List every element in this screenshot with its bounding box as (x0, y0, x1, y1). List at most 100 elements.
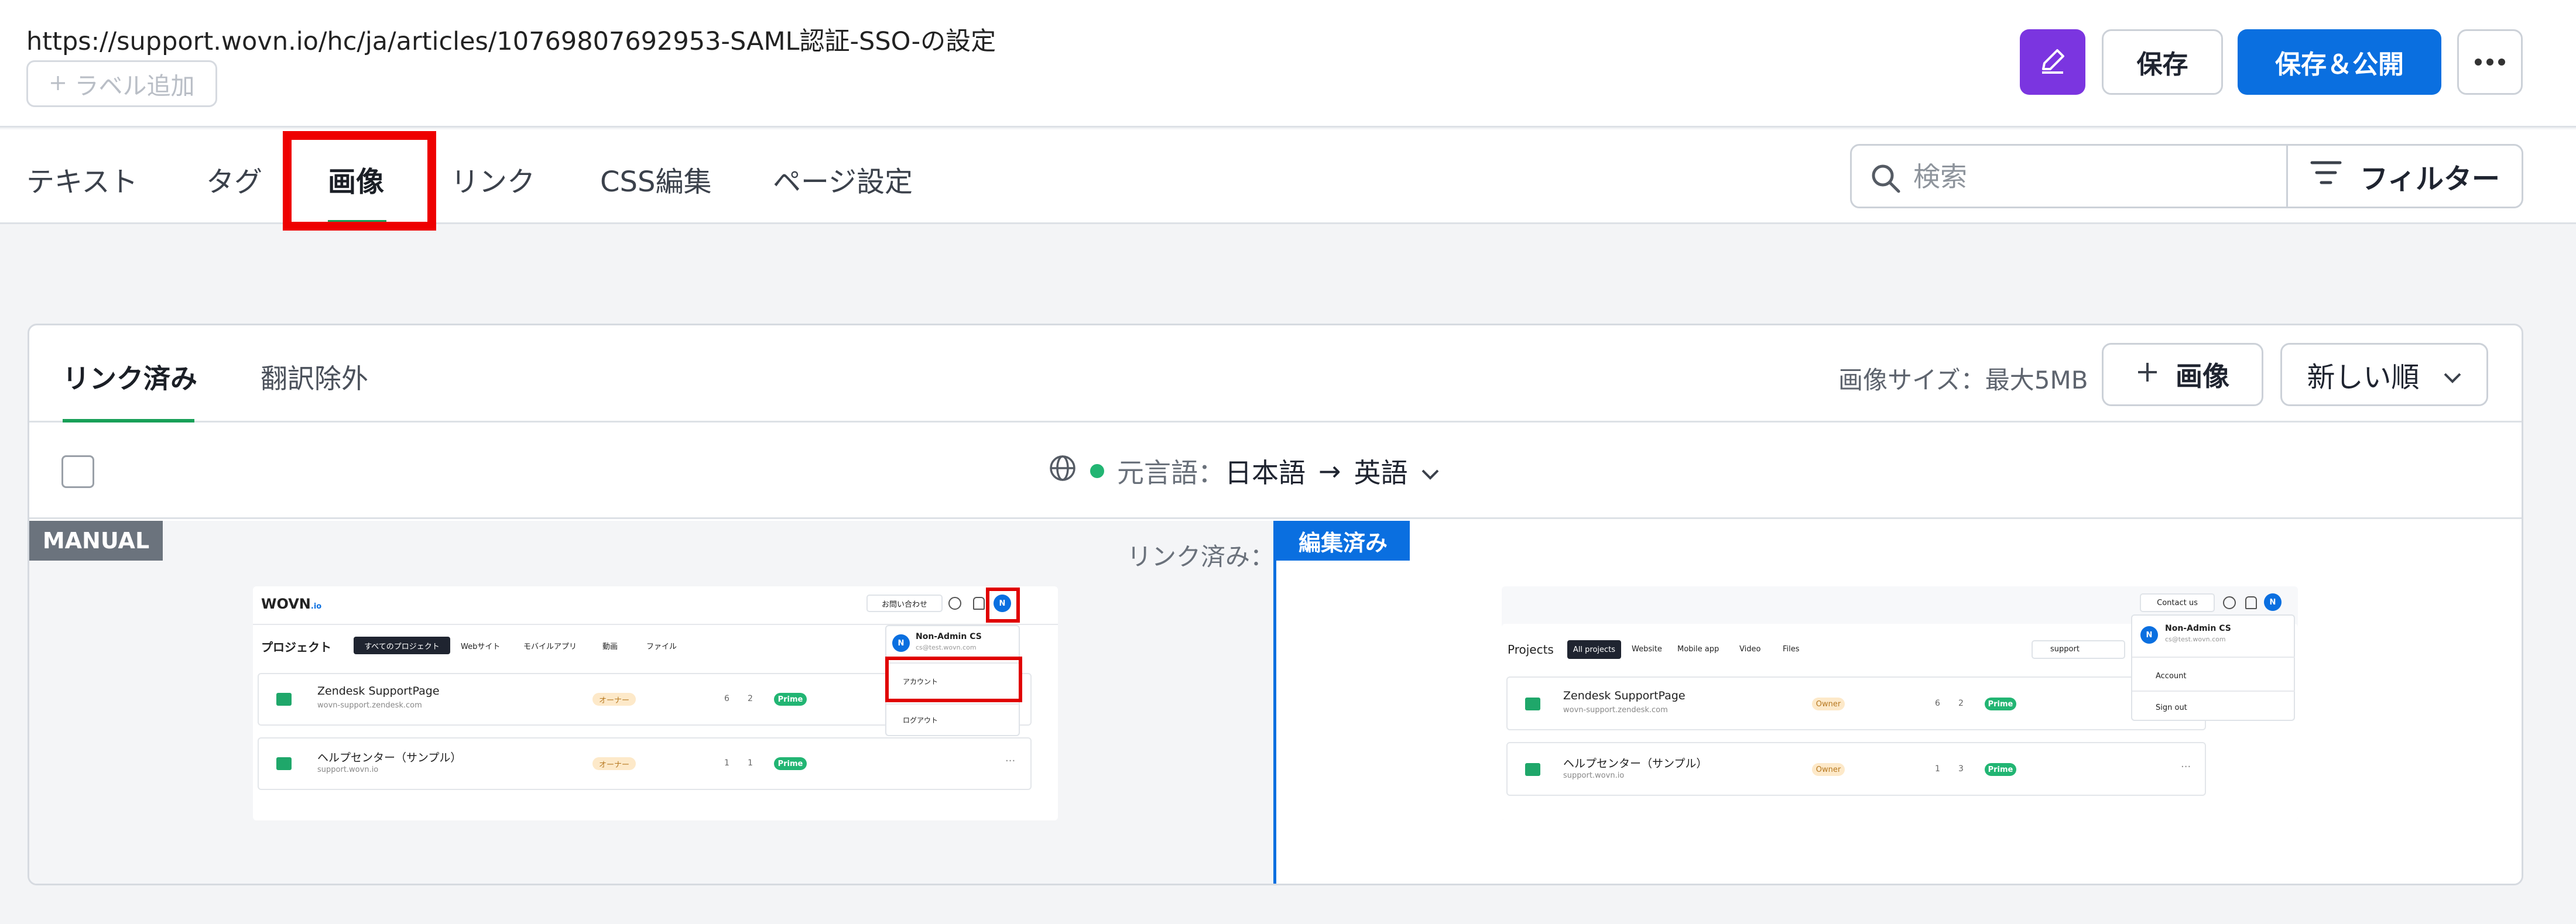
user-email: cs@test.wovn.com (2165, 636, 2226, 643)
search-input[interactable] (1913, 156, 2265, 197)
add-image-label: 画像 (2176, 360, 2229, 392)
projects-title: プロジェクト (261, 640, 331, 654)
page-header: https://support.wovn.io/hc/ja/articles/1… (0, 0, 2576, 128)
bell-icon (973, 597, 985, 610)
divider (2132, 657, 2295, 658)
subtab-linked[interactable]: リンク済み (63, 358, 197, 396)
plan-badge: Prime (774, 693, 807, 706)
language-row: 元言語： 日本語 → 英語 (29, 424, 2522, 519)
divider (886, 703, 1020, 705)
filter-chip-active: All projects (1567, 640, 1621, 659)
image-subtabs: リンク済み 翻訳除外 画像サイズ：最大5MB 画像 新しい順 (29, 325, 2522, 423)
project-row: ヘルプセンター（サンプル） support.wovn.io Owner 1 3 … (1506, 742, 2206, 796)
image-panel: リンク済み 翻訳除外 画像サイズ：最大5MB 画像 新しい順 元言語： 日本語 →… (28, 324, 2523, 885)
language-count: 3 (1958, 764, 1964, 774)
project-domain: support.wovn.io (1563, 771, 1625, 780)
sort-select[interactable]: 新しい順 (2280, 343, 2488, 406)
project-name: Zendesk SupportPage (317, 685, 440, 698)
avatar: N (2264, 593, 2282, 611)
help-icon (948, 597, 961, 610)
plan-badge: Prime (774, 757, 807, 770)
page-count: 1 (724, 758, 729, 768)
subtab-excluded[interactable]: 翻訳除外 (261, 358, 368, 396)
linked-label: リンク済み： (1127, 542, 1275, 571)
plus-icon (49, 70, 67, 98)
filter-chip: 動画 (602, 643, 618, 651)
avatar: N (892, 634, 910, 652)
filter-label: フィルター (2359, 163, 2500, 195)
highlight-box (283, 131, 436, 231)
add-label-button[interactable]: ラベル追加 (26, 60, 217, 107)
arrow-right-icon: → (1318, 455, 1341, 487)
edit-button[interactable] (2020, 29, 2085, 95)
filter-chip: Website (1632, 645, 1662, 654)
filter-button[interactable]: フィルター (2286, 144, 2523, 208)
filter-icon (2310, 159, 2342, 193)
avatar: N (2140, 626, 2158, 644)
edited-badge: 編集済み (1276, 521, 1410, 561)
source-image-area[interactable]: MANUAL リンク済み： WOVN.io お問い合わせ N プロジェクト すべ… (29, 521, 1275, 884)
plan-badge: Prime (1985, 763, 2016, 776)
more-icon: ··· (1005, 755, 1016, 767)
language-count: 2 (1958, 699, 1964, 708)
chevron-down-icon (1421, 455, 1440, 487)
divider (2132, 691, 2295, 692)
page-count: 1 (1935, 764, 1940, 774)
project-row: Zendesk SupportPage wovn-support.zendesk… (1506, 676, 2206, 730)
tab-tags[interactable]: タグ (206, 159, 262, 200)
user-menu: N Non-Admin CS cs@test.wovn.com Account … (2131, 614, 2295, 721)
filter-chip: Files (1783, 645, 1800, 654)
more-dot-icon (2498, 59, 2505, 66)
role-badge: オーナー (592, 757, 636, 770)
monitor-icon (1525, 763, 1540, 776)
more-dot-icon (2475, 59, 2482, 66)
help-icon (2223, 596, 2236, 609)
tab-page-settings[interactable]: ページ設定 (773, 159, 913, 200)
contact-button: お問い合わせ (866, 595, 943, 612)
role-badge: オーナー (592, 693, 636, 706)
add-image-button[interactable]: 画像 (2102, 343, 2263, 406)
save-button[interactable]: 保存 (2102, 29, 2223, 95)
sort-value: 新しい順 (2307, 361, 2420, 394)
translated-image-area[interactable]: 編集済み Contact us N Projects All projects … (1276, 521, 2522, 884)
filter-chip: Video (1739, 645, 1761, 654)
add-label-text: ラベル追加 (74, 72, 195, 100)
project-name: Zendesk SupportPage (1563, 689, 1686, 702)
menu-account: Account (2156, 672, 2187, 681)
contact-button: Contact us (2140, 593, 2215, 612)
source-screenshot: WOVN.io お問い合わせ N プロジェクト すべてのプロジェクト Webサイ… (253, 586, 1058, 820)
monitor-icon (276, 757, 292, 770)
wovn-logo: WOVN.io (261, 596, 322, 612)
language-count: 2 (748, 694, 753, 703)
project-name: ヘルプセンター（サンプル） (1563, 757, 1708, 770)
projects-title: Projects (1508, 643, 1554, 657)
select-all-checkbox[interactable] (61, 455, 94, 488)
image-size-limit: 画像サイズ：最大5MB (1838, 366, 2088, 394)
search-box[interactable] (1850, 144, 2288, 208)
menu-logout: Sign out (2156, 703, 2187, 712)
source-language: 日本語 (1225, 457, 1306, 489)
pencil-icon (2037, 46, 2068, 78)
highlight-box (986, 588, 1020, 623)
filter-chip-active: すべてのプロジェクト (354, 637, 450, 654)
page-count: 6 (724, 694, 729, 703)
user-name: Non-Admin CS (916, 632, 982, 641)
project-domain: support.wovn.io (317, 765, 379, 774)
search-icon (1869, 162, 1902, 197)
project-domain: wovn-support.zendesk.com (317, 701, 422, 710)
tab-links[interactable]: リンク (451, 159, 535, 200)
language-count: 1 (748, 758, 753, 768)
bell-icon (2245, 596, 2257, 609)
tab-css-edit[interactable]: CSS編集 (600, 159, 711, 200)
translated-screenshot: Contact us N Projects All projects Websi… (1502, 586, 2298, 820)
tab-text[interactable]: テキスト (26, 159, 138, 200)
more-dot-icon (2486, 59, 2493, 66)
save-and-publish-button[interactable]: 保存＆公開 (2238, 29, 2441, 95)
filter-chip: モバイルアプリ (523, 643, 577, 651)
user-name: Non-Admin CS (2165, 624, 2231, 633)
menu-logout: ログアウト (903, 716, 938, 724)
role-badge: Owner (1812, 763, 1845, 776)
more-options-button[interactable] (2457, 29, 2523, 95)
status-dot (1090, 464, 1104, 478)
language-selector[interactable]: 元言語： 日本語 → 英語 (1048, 451, 1440, 492)
